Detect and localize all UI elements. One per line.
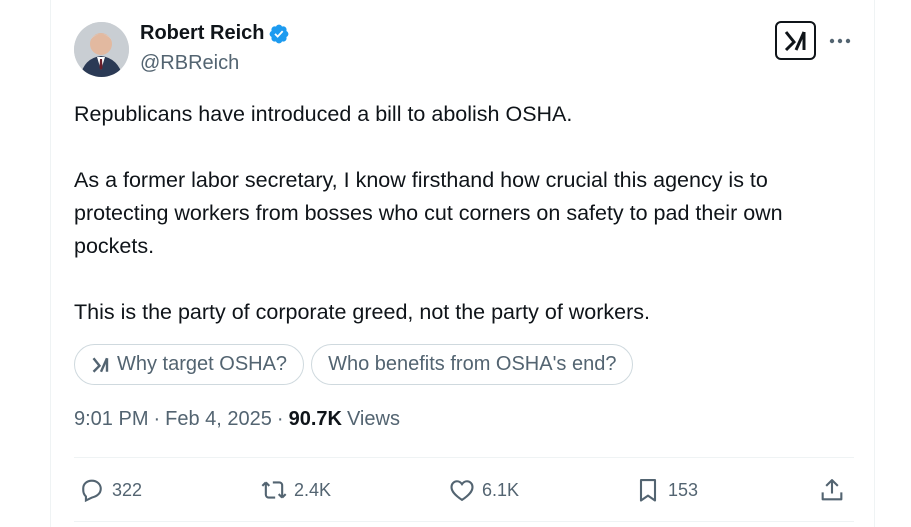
post-card: Robert Reich @RBReich Republicans have i… bbox=[50, 0, 875, 527]
grok-suggestions: Why target OSHA? Who benefits from OSHA'… bbox=[74, 344, 634, 385]
grok-icon bbox=[784, 30, 805, 51]
author-name[interactable]: Robert Reich bbox=[140, 22, 264, 45]
grok-icon bbox=[92, 357, 109, 373]
author-handle[interactable]: @RBReich bbox=[140, 52, 239, 75]
avatar[interactable] bbox=[74, 22, 129, 77]
post-date[interactable]: Feb 4, 2025 bbox=[165, 408, 272, 431]
chip-label: Why target OSHA? bbox=[117, 353, 288, 375]
post-meta: 9:01 PM · Feb 4, 2025 · 90.7K Views bbox=[74, 408, 400, 431]
post-text: Republicans have introduced a bill to ab… bbox=[74, 98, 864, 329]
more-horizontal-icon bbox=[829, 38, 851, 44]
more-options-button[interactable] bbox=[827, 28, 853, 54]
bookmark-count: 153 bbox=[668, 479, 699, 500]
repost-count: 2.4K bbox=[294, 479, 332, 500]
like-button[interactable]: 6.1K bbox=[448, 468, 519, 512]
share-icon bbox=[821, 479, 843, 501]
views-label: Views bbox=[346, 408, 400, 430]
share-button[interactable] bbox=[818, 468, 846, 512]
meta-separator: · bbox=[276, 408, 284, 430]
author-name-row: Robert Reich bbox=[140, 22, 290, 45]
post-time[interactable]: 9:01 PM bbox=[74, 408, 148, 431]
post-paragraph: This is the party of corporate greed, no… bbox=[74, 300, 650, 324]
views-count: 90.7K bbox=[288, 408, 342, 430]
verified-badge-icon bbox=[268, 23, 290, 45]
heart-icon bbox=[450, 480, 474, 502]
bookmark-button[interactable]: 153 bbox=[634, 468, 698, 512]
reply-icon bbox=[82, 479, 102, 503]
chip-label: Who benefits from OSHA's end? bbox=[328, 353, 617, 375]
action-bar: 322 2.4K 6.1K 153 bbox=[74, 468, 854, 512]
bookmark-icon bbox=[639, 479, 657, 502]
reply-count: 322 bbox=[112, 479, 143, 500]
grok-chip-who-benefits[interactable]: Who benefits from OSHA's end? bbox=[311, 344, 634, 385]
like-count: 6.1K bbox=[482, 479, 520, 500]
reply-button[interactable]: 322 bbox=[78, 468, 142, 512]
grok-chip-why-target-osha[interactable]: Why target OSHA? bbox=[74, 344, 305, 385]
repost-icon bbox=[261, 481, 287, 499]
repost-button[interactable]: 2.4K bbox=[260, 468, 331, 512]
divider bbox=[74, 521, 854, 522]
post-paragraph: As a former labor secretary, I know firs… bbox=[74, 168, 783, 258]
avatar-photo bbox=[74, 22, 129, 77]
post-paragraph: Republicans have introduced a bill to ab… bbox=[74, 102, 573, 126]
grok-button[interactable] bbox=[775, 21, 816, 60]
divider bbox=[74, 457, 854, 458]
meta-separator: · bbox=[153, 408, 161, 430]
